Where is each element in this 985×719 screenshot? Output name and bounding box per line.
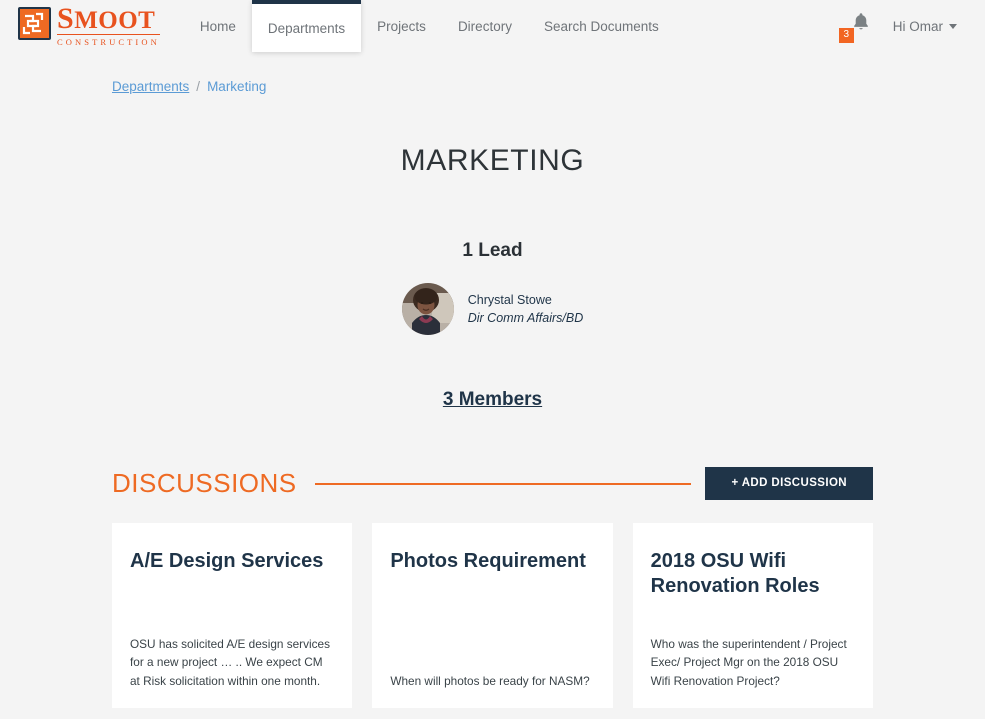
discussion-card[interactable]: A/E Design Services OSU has solicited A/… xyxy=(112,523,353,708)
discussion-card-title: Photos Requirement xyxy=(390,550,586,572)
chevron-down-icon xyxy=(949,23,957,29)
leads-section: 1 Lead Chrystal Stowe Dir Comm Affairs/B… xyxy=(0,240,985,340)
user-menu-label: Hi Omar xyxy=(892,18,943,34)
breadcrumb-separator: / xyxy=(196,79,201,94)
lead-person[interactable]: Chrystal Stowe Dir Comm Affairs/BD xyxy=(401,283,584,335)
nav-item-home[interactable]: Home xyxy=(184,0,252,52)
discussion-card-body: OSU has solicited A/E design services fo… xyxy=(130,637,330,688)
discussion-card-body: When will photos be ready for NASM? xyxy=(390,673,590,688)
avatar xyxy=(401,283,454,335)
discussion-card-body: Who was the superintendent / Project Exe… xyxy=(650,637,847,688)
lead-meta: Chrystal Stowe Dir Comm Affairs/BD xyxy=(468,291,584,327)
page-title: MARKETING xyxy=(400,144,585,177)
discussion-card-title: 2018 OSU Wifi Renovation Roles xyxy=(650,550,820,597)
discussion-card[interactable]: 2018 OSU Wifi Renovation Roles Who was t… xyxy=(632,523,873,708)
discussions-section-title: DISCUSSIONS xyxy=(112,468,297,498)
add-discussion-button[interactable]: + ADD DISCUSSION xyxy=(705,467,873,500)
notification-count-badge: 3 xyxy=(838,28,854,43)
members-link[interactable]: 3 Members xyxy=(0,389,985,411)
brand-subtitle: CONSTRUCTION xyxy=(57,33,160,48)
main-nav-items: Home Departments Projects Directory Sear… xyxy=(184,0,675,52)
brand-wordmark: SMOOT CONSTRUCTION xyxy=(57,1,160,48)
leads-heading: 1 Lead xyxy=(462,240,523,261)
breadcrumb-departments-link[interactable]: Departments xyxy=(112,79,189,94)
nav-item-projects[interactable]: Projects xyxy=(361,0,442,52)
discussion-cards-list: A/E Design Services OSU has solicited A/… xyxy=(112,523,873,708)
nav-item-search-documents[interactable]: Search Documents xyxy=(528,0,675,52)
notifications-button[interactable]: 3 xyxy=(838,9,871,43)
breadcrumb: Departments / Marketing xyxy=(0,52,985,94)
nav-right-section: 3 Hi Omar xyxy=(838,9,967,43)
top-navigation-bar: SMOOT CONSTRUCTION Home Departments Proj… xyxy=(0,0,985,52)
user-menu-button[interactable]: Hi Omar xyxy=(893,19,957,34)
brand-logo[interactable]: SMOOT CONSTRUCTION xyxy=(18,1,160,48)
lead-role: Dir Comm Affairs/BD xyxy=(467,311,584,325)
discussion-card[interactable]: Photos Requirement When will photos be r… xyxy=(372,523,613,708)
brand-name: SMOOT xyxy=(57,1,156,35)
discussions-divider-rule xyxy=(314,482,692,485)
nav-item-departments[interactable]: Departments xyxy=(251,0,362,52)
lead-name: Chrystal Stowe xyxy=(467,292,552,307)
bell-icon xyxy=(851,11,871,37)
smoot-maze-logo-icon xyxy=(18,6,51,40)
discussion-card-title: A/E Design Services xyxy=(130,550,324,572)
page-content: Departments / Marketing MARKETING 1 Lead xyxy=(0,52,985,708)
breadcrumb-current: Marketing xyxy=(207,79,267,94)
discussions-header: DISCUSSIONS + ADD DISCUSSION xyxy=(112,467,873,500)
nav-item-directory[interactable]: Directory xyxy=(442,0,528,52)
